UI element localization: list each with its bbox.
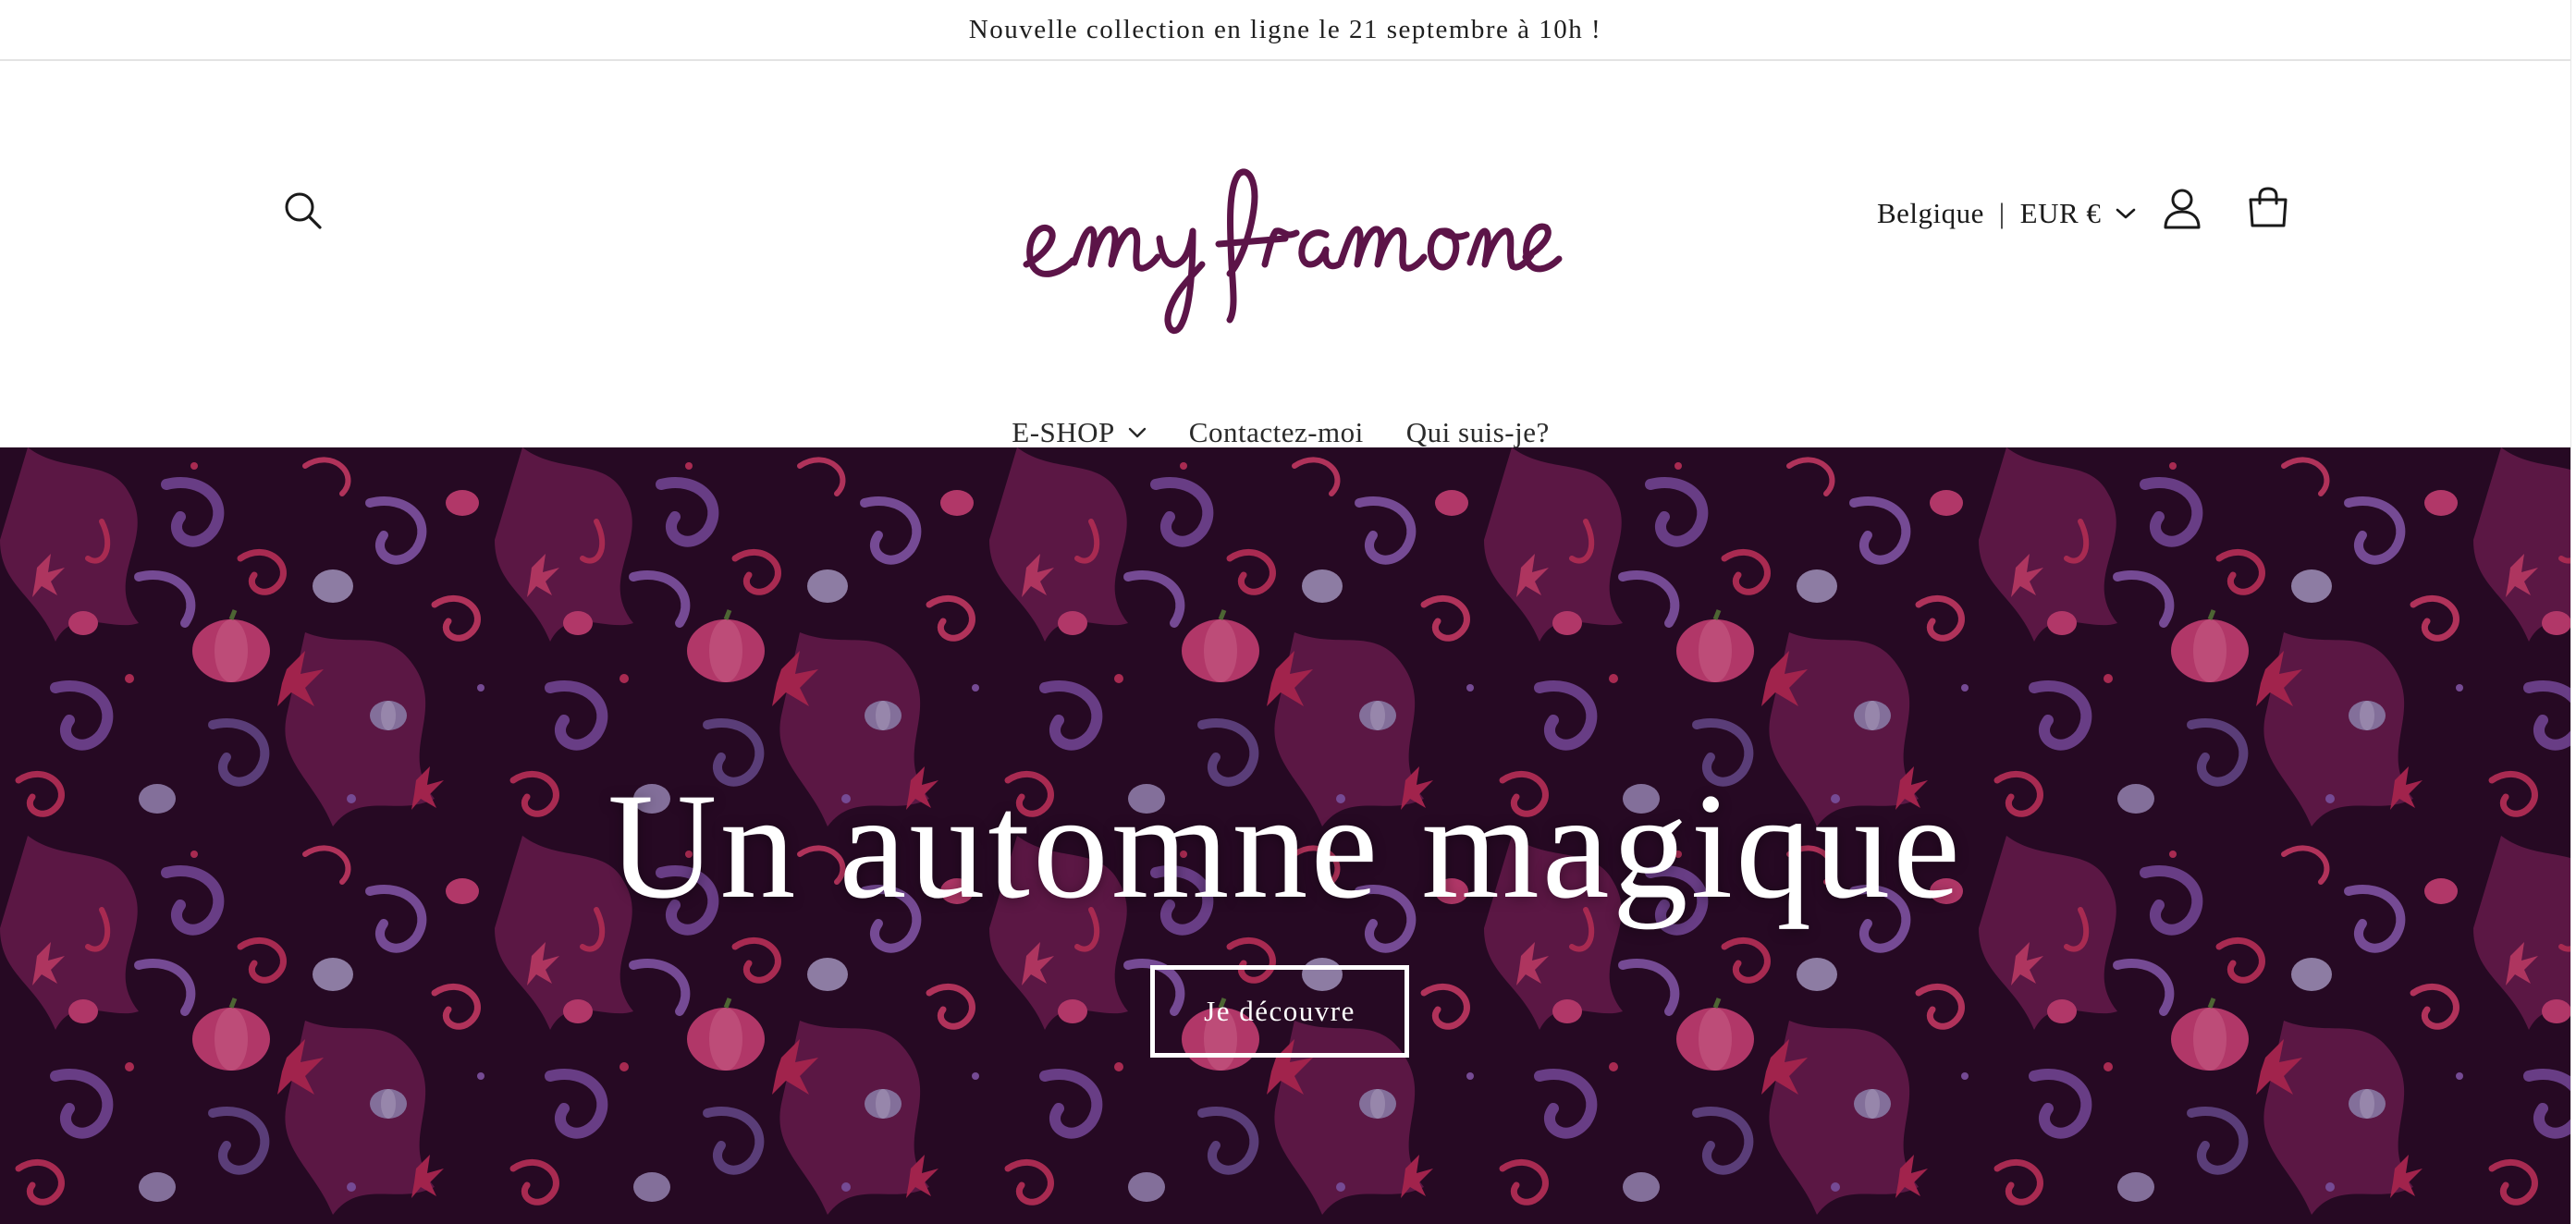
account-icon — [2164, 189, 2201, 229]
cart-button[interactable] — [2238, 177, 2299, 239]
chevron-down-icon — [2116, 208, 2136, 219]
header: Belgique | EUR € E-SHOP Contactez-moi Qu… — [0, 61, 2570, 449]
nav-item-label: E-SHOP — [1012, 416, 1115, 448]
discover-button[interactable]: Je découvre — [1150, 965, 1409, 1058]
page: Nouvelle collection en ligne le 21 septe… — [0, 0, 2570, 1224]
hero-banner: Un automne magique Je découvre — [0, 447, 2570, 1224]
country-label: Belgique — [1877, 197, 1984, 229]
nav-item-contact[interactable]: Contactez-moi — [1189, 416, 1364, 449]
search-button[interactable] — [276, 183, 331, 239]
scrollbar-gutter — [2570, 0, 2576, 1224]
announcement-text: Nouvelle collection en ligne le 21 septe… — [968, 14, 1602, 44]
nav-item-about[interactable]: Qui suis-je? — [1406, 416, 1550, 449]
nav-item-eshop[interactable]: E-SHOP — [1012, 416, 1147, 449]
site-logo[interactable] — [1008, 135, 1563, 348]
search-icon — [285, 192, 322, 229]
nav-item-label: Contactez-moi — [1188, 416, 1364, 448]
cart-icon — [2249, 187, 2288, 227]
selector-separator: | — [1998, 197, 2006, 229]
country-currency-selector[interactable]: Belgique | EUR € — [1877, 190, 2136, 237]
hero-title: Un automne magique — [607, 763, 1963, 930]
announcement-bar: Nouvelle collection en ligne le 21 septe… — [0, 0, 2570, 61]
chevron-down-icon — [1128, 427, 1146, 438]
currency-label: EUR € — [2019, 197, 2102, 229]
logo-script — [1023, 168, 1563, 335]
nav-item-label: Qui suis-je? — [1405, 416, 1550, 448]
account-button[interactable] — [2154, 179, 2210, 239]
